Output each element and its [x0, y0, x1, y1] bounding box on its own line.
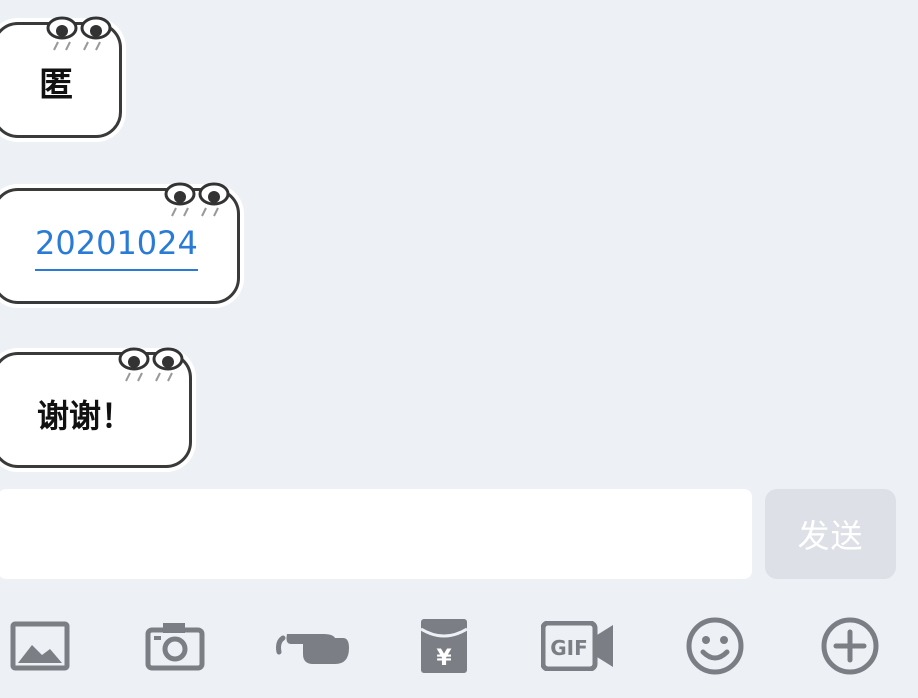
message-link[interactable]: 20201024 [35, 227, 198, 271]
emoji-icon[interactable] [683, 614, 747, 678]
send-button[interactable]: 发送 [765, 489, 896, 579]
poke-hand-icon[interactable] [272, 614, 350, 678]
message-input[interactable] [0, 489, 752, 579]
message-text: 匿 [39, 65, 73, 105]
bubble-eyes-decoration [118, 347, 184, 382]
svg-text:¥: ¥ [436, 646, 452, 671]
plus-icon[interactable] [818, 614, 882, 678]
bubble-eyes-decoration [164, 182, 230, 217]
svg-text:GIF: GIF [550, 636, 588, 660]
image-icon[interactable] [8, 614, 72, 678]
chat-screen: 匿 20201024 谢谢！ 发送 ¥ GIF [0, 0, 918, 698]
bubble-eyes-decoration [46, 16, 112, 51]
red-packet-icon[interactable]: ¥ [412, 614, 476, 678]
message-text: 谢谢！ [37, 397, 134, 435]
gif-icon[interactable]: GIF [540, 614, 616, 678]
camera-icon[interactable] [143, 614, 207, 678]
